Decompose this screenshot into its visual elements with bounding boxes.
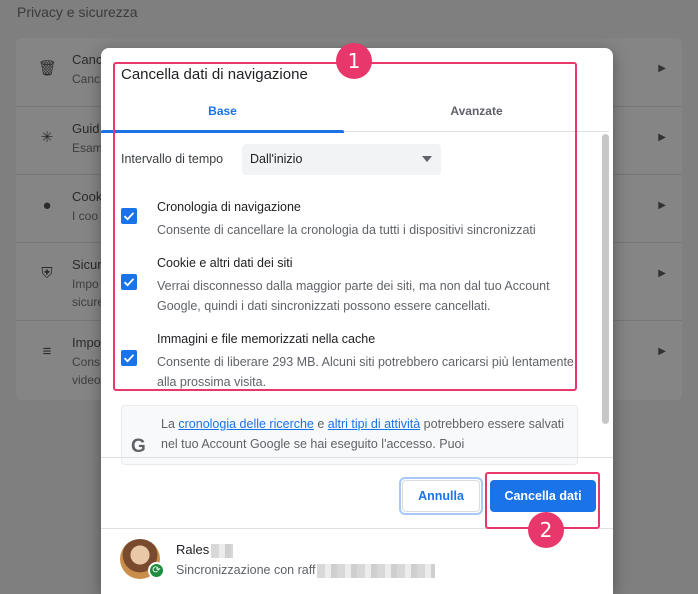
- chevron-right-icon: ▶: [658, 346, 666, 357]
- chevron-right-icon: ▶: [658, 268, 666, 279]
- row-subtitle: Cons: [72, 355, 101, 369]
- info-text: La cronologia delle ricerche e altri tip…: [161, 414, 576, 454]
- row-subtitle: Impo: [72, 277, 99, 291]
- section-title: Privacy e sicurezza: [17, 4, 138, 20]
- row-title: Sicur: [72, 257, 102, 272]
- step-marker-1: 1: [336, 43, 372, 79]
- row-title: Impo: [72, 335, 101, 350]
- account-sync-status: Sincronizzazione con raff: [176, 563, 436, 578]
- chevron-right-icon: ▶: [658, 132, 666, 143]
- google-account-info-box: G La cronologia delle ricerche e altri t…: [121, 405, 578, 465]
- sync-status-text: Sincronizzazione con raff: [176, 563, 316, 577]
- row-subtitle: I coo: [72, 209, 99, 223]
- row-subtitle-extra: video: [72, 373, 101, 387]
- google-g-icon: G: [131, 436, 146, 457]
- sliders-icon: ≡: [42, 343, 52, 360]
- chevron-right-icon: ▶: [658, 63, 666, 74]
- cookie-icon: ●: [42, 197, 52, 214]
- row-title: Guid: [72, 121, 100, 136]
- row-subtitle: Esam: [72, 141, 103, 155]
- compass-icon: ✳: [40, 129, 54, 146]
- cancel-button[interactable]: Annulla: [402, 480, 480, 512]
- footer-divider: [101, 457, 613, 458]
- chevron-right-icon: ▶: [658, 200, 666, 211]
- shield-icon: ⛨: [41, 265, 53, 282]
- row-title: Cook: [72, 189, 103, 204]
- account-name-text: Rales: [176, 542, 210, 557]
- info-middle: e: [313, 417, 328, 431]
- scrollbar-thumb[interactable]: [602, 134, 609, 424]
- sync-icon: ⟳: [148, 562, 165, 579]
- trash-icon: 🗑: [38, 60, 58, 77]
- row-title: Canc: [72, 52, 103, 67]
- blurred-text: [211, 543, 234, 558]
- row-subtitle: Canc: [72, 72, 101, 86]
- info-prefix: La: [161, 417, 179, 431]
- blurred-text: [317, 563, 436, 578]
- account-name: Rales: [176, 542, 234, 558]
- highlight-box-options: [113, 62, 577, 391]
- link-search-history[interactable]: cronologia delle ricerche: [178, 417, 314, 431]
- step-marker-2: 2: [528, 512, 564, 548]
- link-other-activity[interactable]: altri tipi di attività: [328, 417, 420, 431]
